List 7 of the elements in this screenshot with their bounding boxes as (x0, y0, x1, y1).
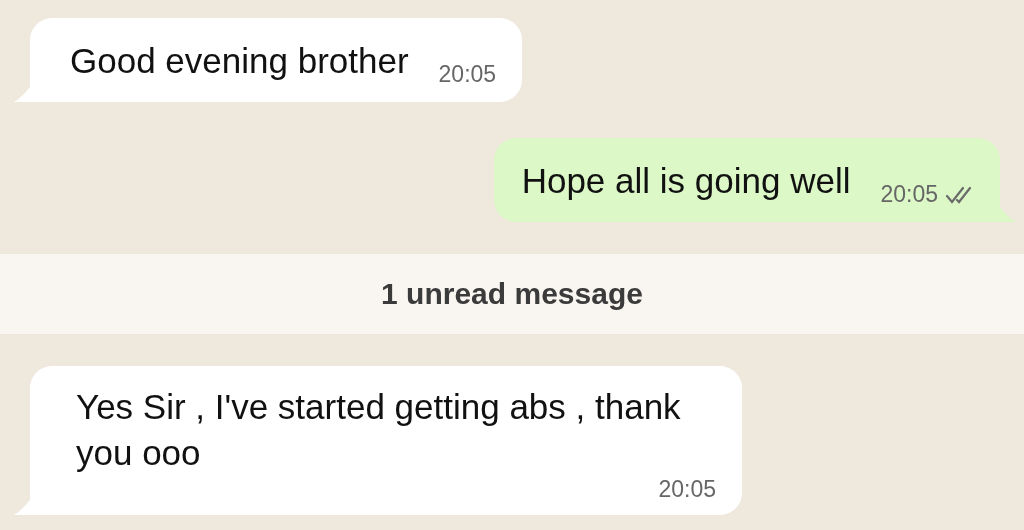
message-time: 20:05 (438, 61, 497, 88)
message-text: Hope all is going well (521, 160, 851, 202)
message-text: Yes Sir , I've started getting abs , thank you ooo (76, 386, 682, 474)
message-time: 20:05 (880, 181, 938, 208)
message-time: 20:05 (658, 476, 716, 503)
unread-label: 1 unread message (381, 277, 643, 311)
message-text: Good evening brother (70, 40, 409, 82)
